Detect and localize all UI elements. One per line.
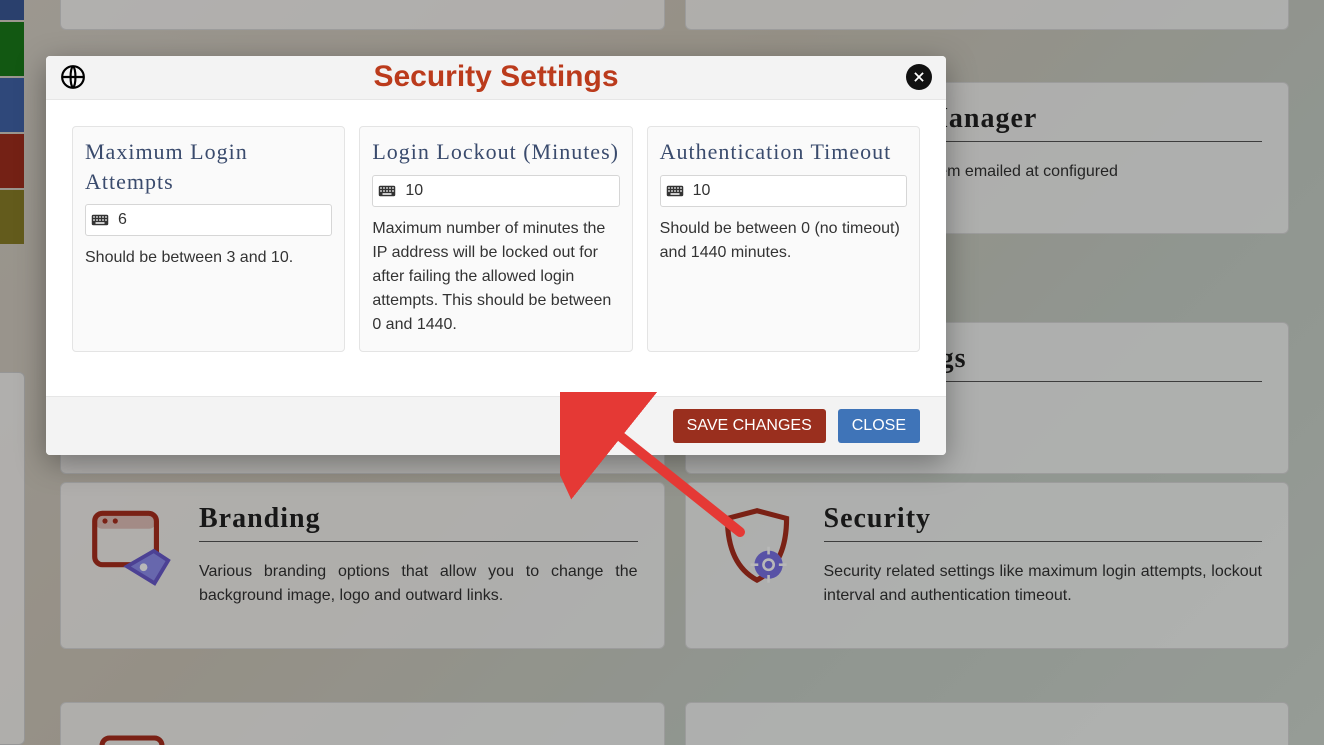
input-wrap	[85, 204, 332, 236]
setting-auth-timeout: Authentication Timeout Should be between…	[647, 126, 920, 352]
auth-timeout-input[interactable]	[689, 176, 906, 206]
modal-title: Security Settings	[86, 60, 906, 94]
security-settings-modal: Security Settings Maximum Login Attempts…	[46, 56, 946, 455]
close-button[interactable]: CLOSE	[838, 409, 920, 443]
setting-help: Maximum number of minutes the IP address…	[372, 217, 619, 337]
input-wrap	[372, 175, 619, 207]
setting-login-lockout: Login Lockout (Minutes) Maximum number o…	[359, 126, 632, 352]
setting-help: Should be between 0 (no timeout) and 144…	[660, 217, 907, 265]
setting-max-login-attempts: Maximum Login Attempts Should be between…	[72, 126, 345, 352]
max-login-attempts-input[interactable]	[114, 205, 331, 235]
modal-header: Security Settings	[46, 56, 946, 100]
modal-footer: SAVE CHANGES CLOSE	[46, 396, 946, 455]
setting-title: Maximum Login Attempts	[85, 137, 332, 196]
modal-close-button[interactable]	[906, 64, 932, 90]
keyboard-icon	[373, 176, 401, 206]
save-changes-button[interactable]: SAVE CHANGES	[673, 409, 826, 443]
keyboard-icon	[661, 176, 689, 206]
setting-help: Should be between 3 and 10.	[85, 246, 332, 270]
input-wrap	[660, 175, 907, 207]
setting-title: Login Lockout (Minutes)	[372, 137, 619, 167]
modal-body: Maximum Login Attempts Should be between…	[46, 100, 946, 396]
keyboard-icon	[86, 205, 114, 235]
globe-icon	[60, 64, 86, 90]
login-lockout-input[interactable]	[401, 176, 618, 206]
setting-title: Authentication Timeout	[660, 137, 907, 167]
